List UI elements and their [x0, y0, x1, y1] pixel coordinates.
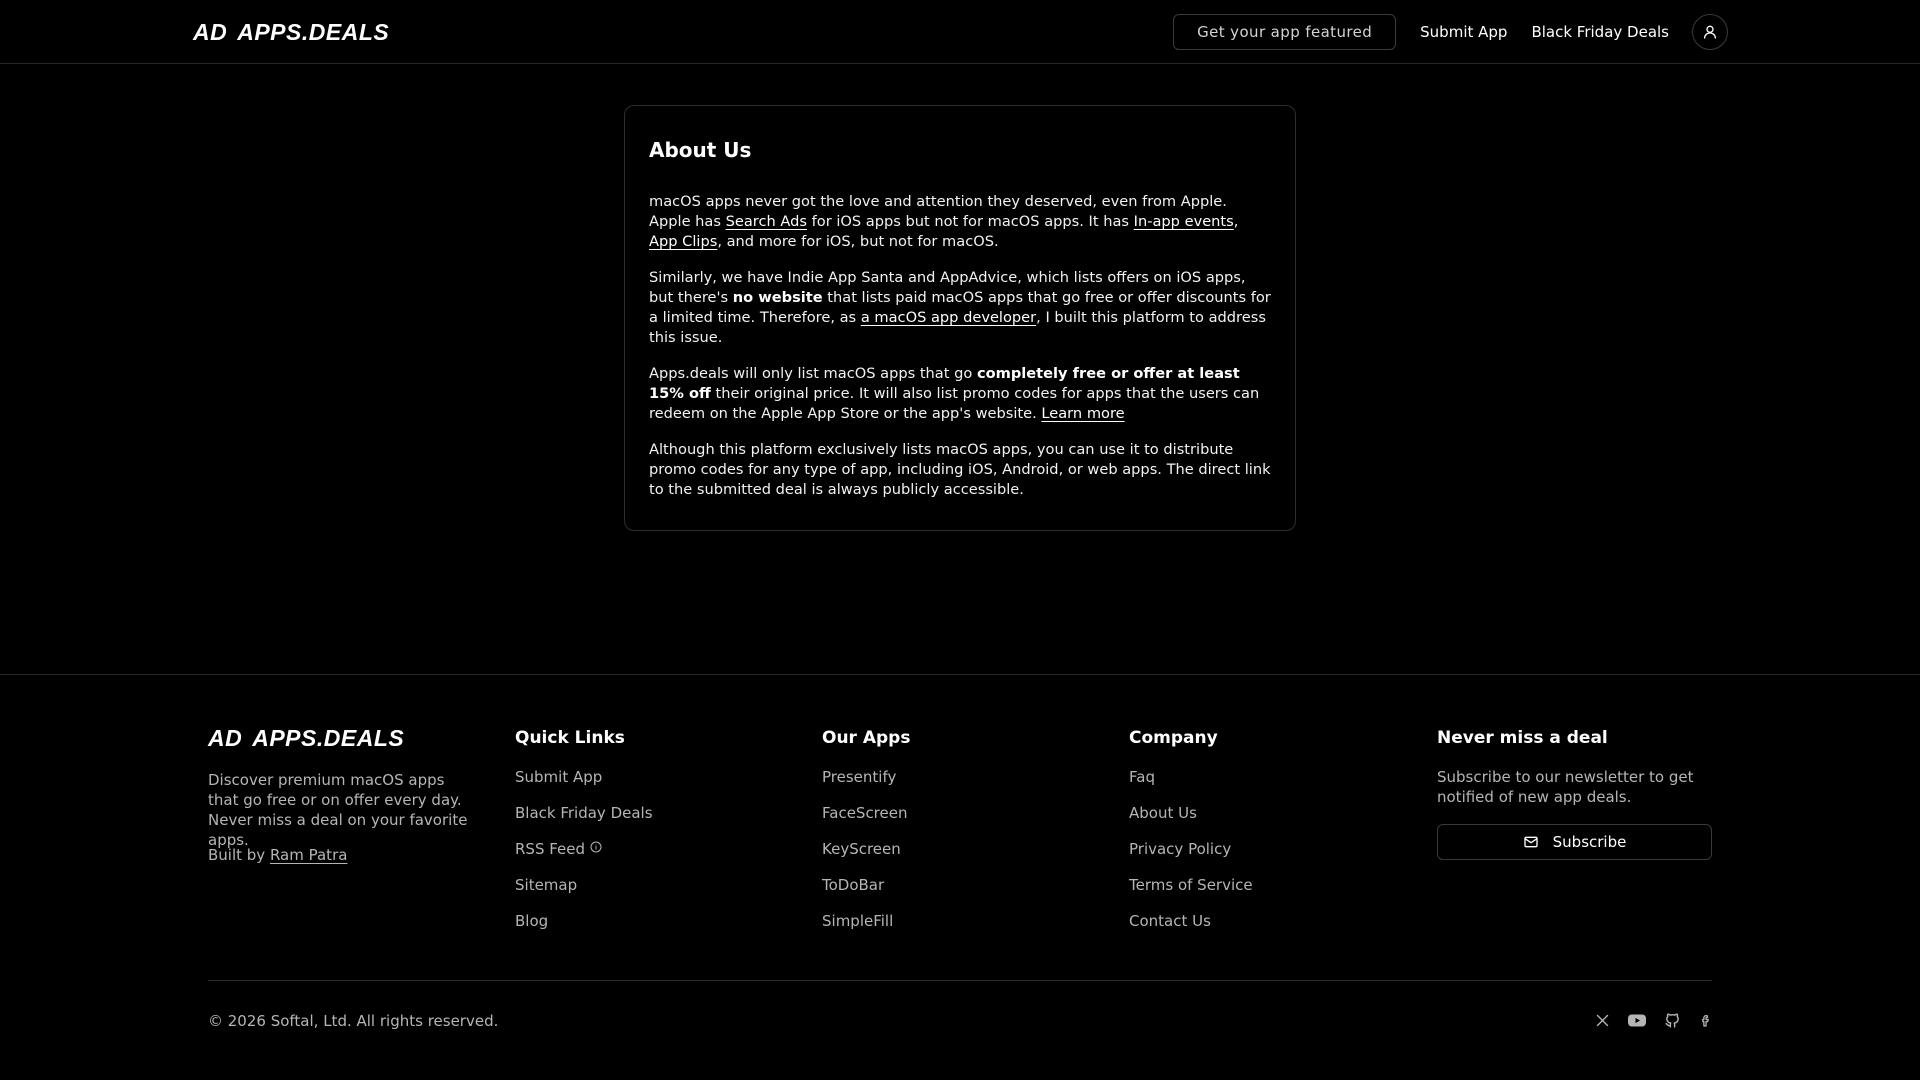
- github-icon[interactable]: [1664, 1012, 1681, 1033]
- footer-link-facescreen[interactable]: FaceScreen: [822, 803, 908, 823]
- site-footer: AD APPS.DEALS Discover premium macOS app…: [0, 674, 1920, 1080]
- account-button[interactable]: [1692, 14, 1728, 50]
- nav-black-friday-deals[interactable]: Black Friday Deals: [1531, 23, 1669, 41]
- author-link[interactable]: Ram Patra: [270, 846, 347, 864]
- quick-links-column: Quick Links Submit App Black Friday Deal…: [515, 727, 653, 947]
- user-icon: [1704, 25, 1716, 39]
- footer-link-contact-us[interactable]: Contact Us: [1129, 911, 1211, 931]
- mail-icon: [1523, 836, 1538, 848]
- facebook-icon[interactable]: [1699, 1013, 1712, 1032]
- about-paragraph-4: Although this platform exclusively lists…: [649, 441, 1271, 498]
- quick-links-heading: Quick Links: [515, 728, 625, 748]
- footer-link-todobar[interactable]: ToDoBar: [822, 875, 884, 895]
- site-logo[interactable]: AD APPS.DEALS: [193, 16, 389, 48]
- nav-submit-app[interactable]: Submit App: [1420, 23, 1507, 41]
- about-paragraph-1: macOS apps never got the love and attent…: [649, 192, 1271, 252]
- logo-mark: AD: [193, 18, 228, 45]
- about-paragraph-2: Similarly, we have Indie App Santa and A…: [649, 268, 1271, 348]
- newsletter-description: Subscribe to our newsletter to get notif…: [1437, 768, 1694, 806]
- footer-link-faq[interactable]: Faq: [1129, 767, 1155, 787]
- site-header: AD APPS.DEALS Get your app featured Subm…: [0, 0, 1920, 64]
- logo-mark: AD: [208, 725, 243, 751]
- logo-text: APPS.DEALS: [237, 18, 390, 45]
- text: , and more for iOS, but not for macOS.: [717, 233, 999, 250]
- our-apps-heading: Our Apps: [822, 728, 911, 748]
- footer-link-privacy-policy[interactable]: Privacy Policy: [1129, 839, 1231, 859]
- social-links: [1595, 1012, 1712, 1033]
- newsletter-heading: Never miss a deal: [1437, 728, 1608, 748]
- app-clips-link[interactable]: App Clips: [649, 233, 717, 250]
- footer-link-presentify[interactable]: Presentify: [822, 767, 896, 787]
- footer-link-sitemap[interactable]: Sitemap: [515, 875, 577, 895]
- text: ,: [1233, 213, 1239, 230]
- page-title: About Us: [649, 138, 752, 162]
- company-heading: Company: [1129, 728, 1218, 748]
- get-featured-button[interactable]: Get your app featured: [1173, 14, 1397, 50]
- text: Apps.deals will only list macOS apps tha…: [649, 365, 977, 382]
- footer-description: Discover premium macOS apps that go free…: [208, 771, 468, 849]
- footer-link-submit-app[interactable]: Submit App: [515, 767, 602, 787]
- company-column: Company Faq About Us Privacy Policy Term…: [1129, 727, 1253, 947]
- emphasis: no website: [732, 289, 823, 306]
- x-icon[interactable]: [1595, 1013, 1610, 1032]
- footer-divider: [208, 980, 1712, 981]
- search-ads-link[interactable]: Search Ads: [726, 213, 807, 230]
- footer-link-simplefill[interactable]: SimpleFill: [822, 911, 893, 931]
- learn-more-link[interactable]: Learn more: [1041, 405, 1124, 422]
- footer-link-blog[interactable]: Blog: [515, 911, 548, 931]
- about-content: macOS apps never got the love and attent…: [649, 192, 1271, 500]
- macos-developer-link[interactable]: a macOS app developer: [861, 309, 1036, 326]
- footer-link-black-friday-deals[interactable]: Black Friday Deals: [515, 803, 653, 823]
- subscribe-label: Subscribe: [1552, 833, 1627, 851]
- footer-link-rss-feed[interactable]: RSS Feed: [515, 839, 585, 859]
- footer-logo[interactable]: AD APPS.DEALS: [208, 725, 404, 752]
- subscribe-button[interactable]: Subscribe: [1437, 824, 1712, 860]
- built-by-label: Built by: [208, 846, 270, 864]
- youtube-icon[interactable]: [1628, 1013, 1646, 1032]
- our-apps-column: Our Apps Presentify FaceScreen KeyScreen…: [822, 727, 910, 947]
- about-paragraph-3: Apps.deals will only list macOS apps tha…: [649, 364, 1271, 424]
- footer-link-terms-of-service[interactable]: Terms of Service: [1129, 875, 1253, 895]
- copyright: © 2026 Softal, Ltd. All rights reserved.: [208, 1012, 499, 1030]
- newsletter-column: Never miss a deal Subscribe to our newsl…: [1437, 727, 1712, 860]
- info-icon[interactable]: [590, 841, 602, 853]
- in-app-events-link[interactable]: In-app events: [1134, 213, 1234, 230]
- header-actions: Get your app featured Submit App Black F…: [1173, 13, 1728, 51]
- text: for iOS apps but not for macOS apps. It …: [807, 213, 1134, 230]
- footer-link-about-us[interactable]: About Us: [1129, 803, 1197, 823]
- logo-text: APPS.DEALS: [252, 725, 405, 751]
- footer-link-keyscreen[interactable]: KeyScreen: [822, 839, 901, 859]
- text: their original price. It will also list …: [649, 385, 1260, 422]
- about-card: About Us macOS apps never got the love a…: [624, 105, 1296, 531]
- built-by: Built by Ram Patra: [208, 846, 347, 864]
